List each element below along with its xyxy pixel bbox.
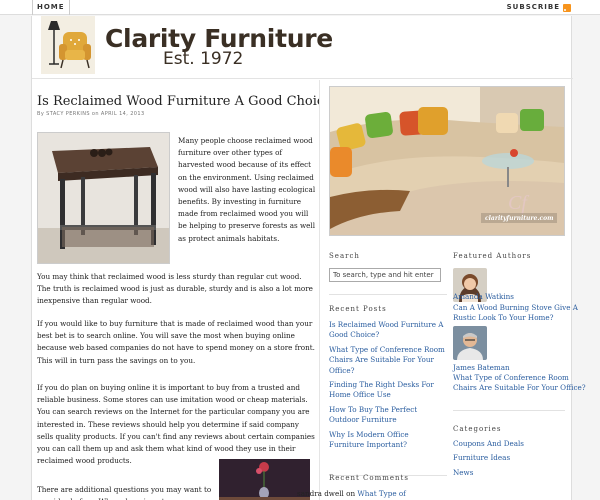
featured-sofa-image[interactable]: Cf clarityfurniture.com [329,86,565,236]
rss-icon[interactable] [563,4,571,12]
search-input[interactable] [329,268,441,282]
post-paragraph-2: If you would like to buy furniture that … [37,319,315,365]
categories-title: Categories [453,425,502,433]
category-link[interactable]: News [453,468,569,478]
site-header: Clarity Furniture Est. 1972 [32,16,573,79]
author-post-link[interactable]: Can A Wood Burning Stove Give A Rustic L… [453,303,593,324]
recent-post-link[interactable]: Is Reclaimed Wood Furniture A Good Choic… [329,320,445,341]
author-avatar[interactable] [453,326,487,360]
nav-home-link[interactable]: HOME [32,0,70,15]
post-paragraph-3: If you do plan on buying online it is im… [37,383,315,466]
category-link[interactable]: Coupons And Deals [453,439,569,449]
author-name[interactable]: Amanda Watkins [453,292,514,301]
author-post-link[interactable]: What Type of Conference Room Chairs Are … [453,373,593,394]
post-meta: By STACY PERKINS on APRIL 14, 2013 [37,111,145,117]
post-image-wood-table [37,132,170,264]
categories-list: Coupons And Deals Furniture Ideas News [453,439,569,482]
site-tagline: Est. 1972 [163,49,244,69]
main-content: Is Reclaimed Wood Furniture A Good Choic… [32,80,320,500]
recent-post-link[interactable]: Finding The Right Desks For Home Office … [329,380,445,401]
page-container: Clarity Furniture Est. 1972 Is Reclaimed… [31,16,586,500]
comment-on-text: on [346,489,356,498]
post-paragraph-4: There are additional questions you may w… [37,485,212,500]
author-name[interactable]: James Bateman [453,363,510,372]
divider [329,294,447,295]
recent-posts-list: Is Reclaimed Wood Furniture A Good Choic… [329,320,445,454]
post-title[interactable]: Is Reclaimed Wood Furniture A Good Choic… [37,94,319,109]
recent-post-link[interactable]: Why Is Modern Office Furniture Important… [329,430,445,451]
comment-author[interactable]: sandra dwell [297,489,344,498]
category-link[interactable]: Furniture Ideas [453,453,569,463]
recent-comment-item: sandra dwell on What Type of [297,489,406,498]
feature-image-watermark: clarityfurniture.com [485,215,554,222]
search-widget-title: Search [329,252,360,260]
post-paragraph-1: You may think that reclaimed wood is les… [37,272,313,306]
recent-post-link[interactable]: How To Buy The Perfect Outdoor Furniture [329,405,445,426]
divider [453,410,565,411]
subscribe-link[interactable]: SUBSCRIBE [507,0,560,15]
recent-comments-title: Recent Comments [329,474,409,482]
svg-text:Cf: Cf [508,192,529,214]
recent-posts-title: Recent Posts [329,305,387,313]
top-nav-bar: HOME SUBSCRIBE [0,0,600,15]
featured-authors-title: Featured Authors [453,252,532,260]
recent-post-link[interactable]: What Type of Conference Room Chairs Are … [329,345,445,376]
armchair-logo-icon[interactable] [41,16,95,74]
comment-post-link[interactable]: What Type of [357,489,405,498]
post-intro-paragraph: Many people choose reclaimed wood furnit… [178,136,316,243]
